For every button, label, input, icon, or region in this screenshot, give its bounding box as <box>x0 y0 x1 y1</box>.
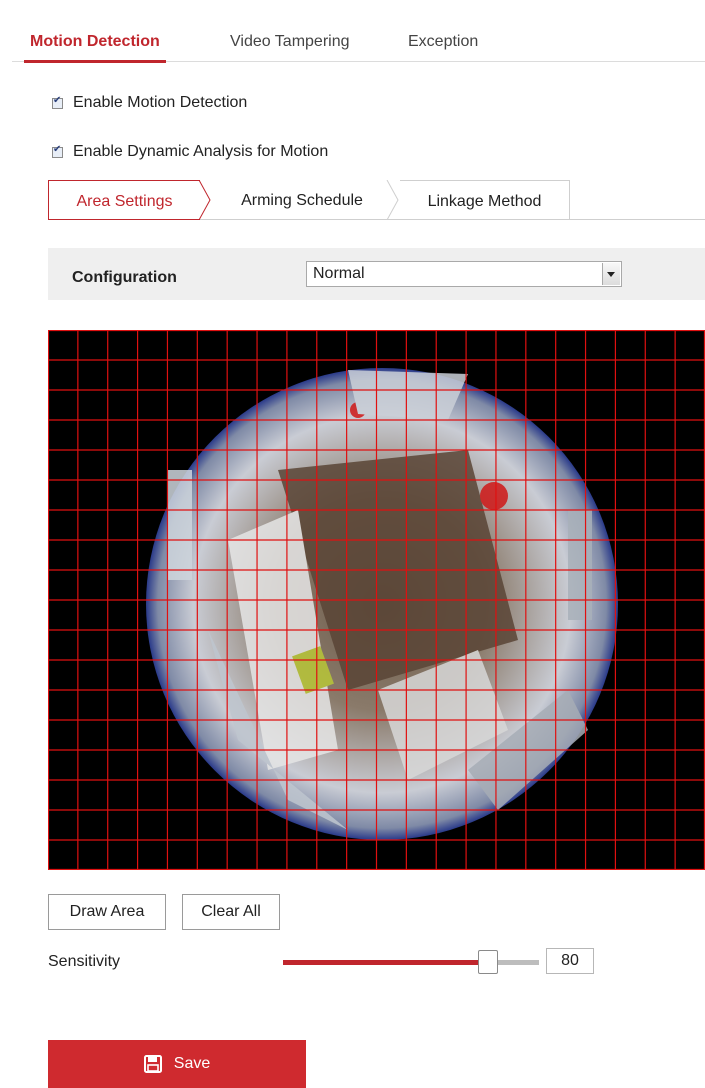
enable-motion-detection-row[interactable]: Enable Motion Detection <box>52 93 247 113</box>
clear-all-button[interactable]: Clear All <box>182 894 280 930</box>
video-preview[interactable] <box>48 330 705 870</box>
tab-video-tampering[interactable]: Video Tampering <box>230 14 350 62</box>
save-button[interactable]: Save <box>48 1040 306 1088</box>
tab-linkage-method[interactable]: Linkage Method <box>400 180 570 220</box>
settings-sub-tab-bar: Area Settings Arming Schedule Linkage Me… <box>48 180 705 220</box>
fisheye-preview-canvas[interactable] <box>48 330 705 870</box>
enable-dynamic-analysis-label: Enable Dynamic Analysis for Motion <box>73 143 329 160</box>
draw-area-button[interactable]: Draw Area <box>48 894 166 930</box>
tab-separator <box>198 180 211 220</box>
sensitivity-value-field[interactable]: 80 <box>546 948 594 974</box>
tab-exception[interactable]: Exception <box>408 14 478 62</box>
sensitivity-slider-fill <box>283 960 488 965</box>
enable-motion-detection-checkbox[interactable] <box>52 95 63 109</box>
tab-arming-schedule[interactable]: Arming Schedule <box>214 180 390 220</box>
floppy-disk-icon <box>143 1055 162 1073</box>
top-tab-bar: Motion Detection Video Tampering Excepti… <box>12 14 705 63</box>
chevron-down-icon[interactable] <box>602 263 620 285</box>
save-button-label: Save <box>173 1055 211 1072</box>
sensitivity-slider-track[interactable] <box>283 960 539 965</box>
configuration-select[interactable]: Normal <box>306 261 622 287</box>
enable-dynamic-analysis-checkbox[interactable] <box>52 144 63 158</box>
enable-motion-detection-label: Enable Motion Detection <box>73 94 248 111</box>
enable-dynamic-analysis-row[interactable]: Enable Dynamic Analysis for Motion <box>52 142 328 162</box>
configuration-bar: Configuration Normal <box>48 248 705 300</box>
configuration-select-value: Normal <box>313 265 365 282</box>
configuration-label: Configuration <box>72 269 177 286</box>
sensitivity-label: Sensitivity <box>48 953 121 970</box>
sensitivity-slider-handle[interactable] <box>478 950 498 974</box>
tab-motion-detection[interactable]: Motion Detection <box>24 14 166 63</box>
tab-area-settings[interactable]: Area Settings <box>48 180 200 220</box>
tab-separator <box>386 180 399 220</box>
